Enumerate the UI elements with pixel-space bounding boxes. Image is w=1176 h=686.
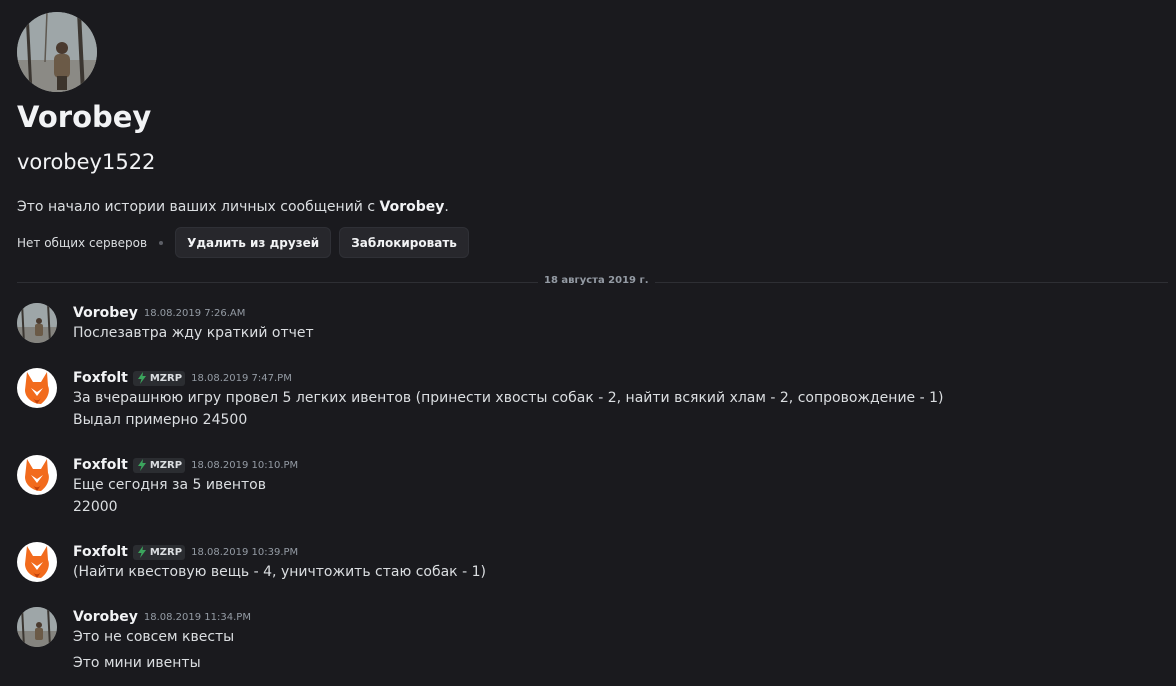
avatar[interactable] (17, 303, 57, 343)
fox-logo-icon (25, 459, 49, 491)
message-header: Vorobey 18.08.2019 11:34.PM (73, 607, 251, 627)
message-text: Послезавтра жду краткий отчет (73, 325, 314, 341)
profile-display-name: Vorobey (17, 100, 152, 134)
guild-tag[interactable]: MZRP (132, 544, 186, 560)
message-text: 22000 (73, 499, 118, 515)
message-text: (Найти квестовую вещь - 4, уничтожить ст… (73, 564, 486, 580)
dm-intro-text: Это начало истории ваших личных сообщени… (17, 199, 449, 215)
block-button[interactable]: Заблокировать (339, 227, 469, 258)
message-author[interactable]: Foxfolt (73, 544, 128, 560)
message-text: За вчерашнюю игру провел 5 легких ивенто… (73, 390, 944, 406)
guild-tag[interactable]: MZRP (132, 457, 186, 473)
profile-avatar[interactable] (17, 12, 97, 92)
guild-tag-label: MZRP (149, 459, 183, 471)
dm-page: Vorobey vorobey1522 Это начало истории в… (0, 0, 1176, 686)
lightning-icon (137, 546, 146, 558)
intro-prefix: Это начало истории ваших личных сообщени… (17, 199, 380, 215)
avatar[interactable] (17, 542, 57, 582)
guild-tag-label: MZRP (149, 372, 183, 384)
date-divider-label: 18 августа 2019 г. (538, 275, 655, 286)
message-author[interactable]: Foxfolt (73, 457, 128, 473)
guild-tag-label: MZRP (149, 546, 183, 558)
guild-tag[interactable]: MZRP (132, 370, 186, 386)
message-header: Foxfolt MZRP 18.08.2019 10:39.PM (73, 542, 298, 562)
message-timestamp: 18.08.2019 10:10.PM (191, 459, 299, 471)
message-text: Это не совсем квесты (73, 629, 235, 645)
mutual-servers-text: Нет общих серверов (17, 235, 148, 250)
message-text: Это мини ивенты (73, 655, 201, 671)
message-timestamp: 18.08.2019 7:47.PM (191, 372, 292, 384)
profile-username: vorobey1522 (17, 150, 156, 174)
message-author[interactable]: Foxfolt (73, 370, 128, 386)
message-header: Foxfolt MZRP 18.08.2019 10:10.PM (73, 455, 298, 475)
avatar[interactable] (17, 368, 57, 408)
lightning-icon (137, 372, 146, 384)
intro-name: Vorobey (379, 199, 445, 215)
message-timestamp: 18.08.2019 7:26.AM (143, 307, 246, 319)
message-text: Еще сегодня за 5 ивентов (73, 477, 266, 493)
avatar[interactable] (17, 455, 57, 495)
message-timestamp: 18.08.2019 10:39.PM (191, 546, 299, 558)
message-timestamp: 18.08.2019 11:34.PM (143, 611, 251, 623)
message-author[interactable]: Vorobey (73, 305, 138, 321)
fox-logo-icon (25, 546, 49, 578)
separator-dot (159, 240, 164, 245)
lightning-icon (137, 459, 146, 471)
message-header: Vorobey 18.08.2019 7:26.AM (73, 303, 245, 323)
message-author[interactable]: Vorobey (73, 609, 138, 625)
remove-friend-button[interactable]: Удалить из друзей (175, 227, 332, 258)
avatar[interactable] (17, 607, 57, 647)
message-header: Foxfolt MZRP 18.08.2019 7:47.PM (73, 368, 292, 388)
intro-suffix: . (444, 199, 449, 215)
message-text: Выдал примерно 24500 (73, 412, 248, 428)
fox-logo-icon (25, 372, 49, 404)
intro-actions: Нет общих серверов Удалить из друзей Заб… (17, 227, 477, 258)
